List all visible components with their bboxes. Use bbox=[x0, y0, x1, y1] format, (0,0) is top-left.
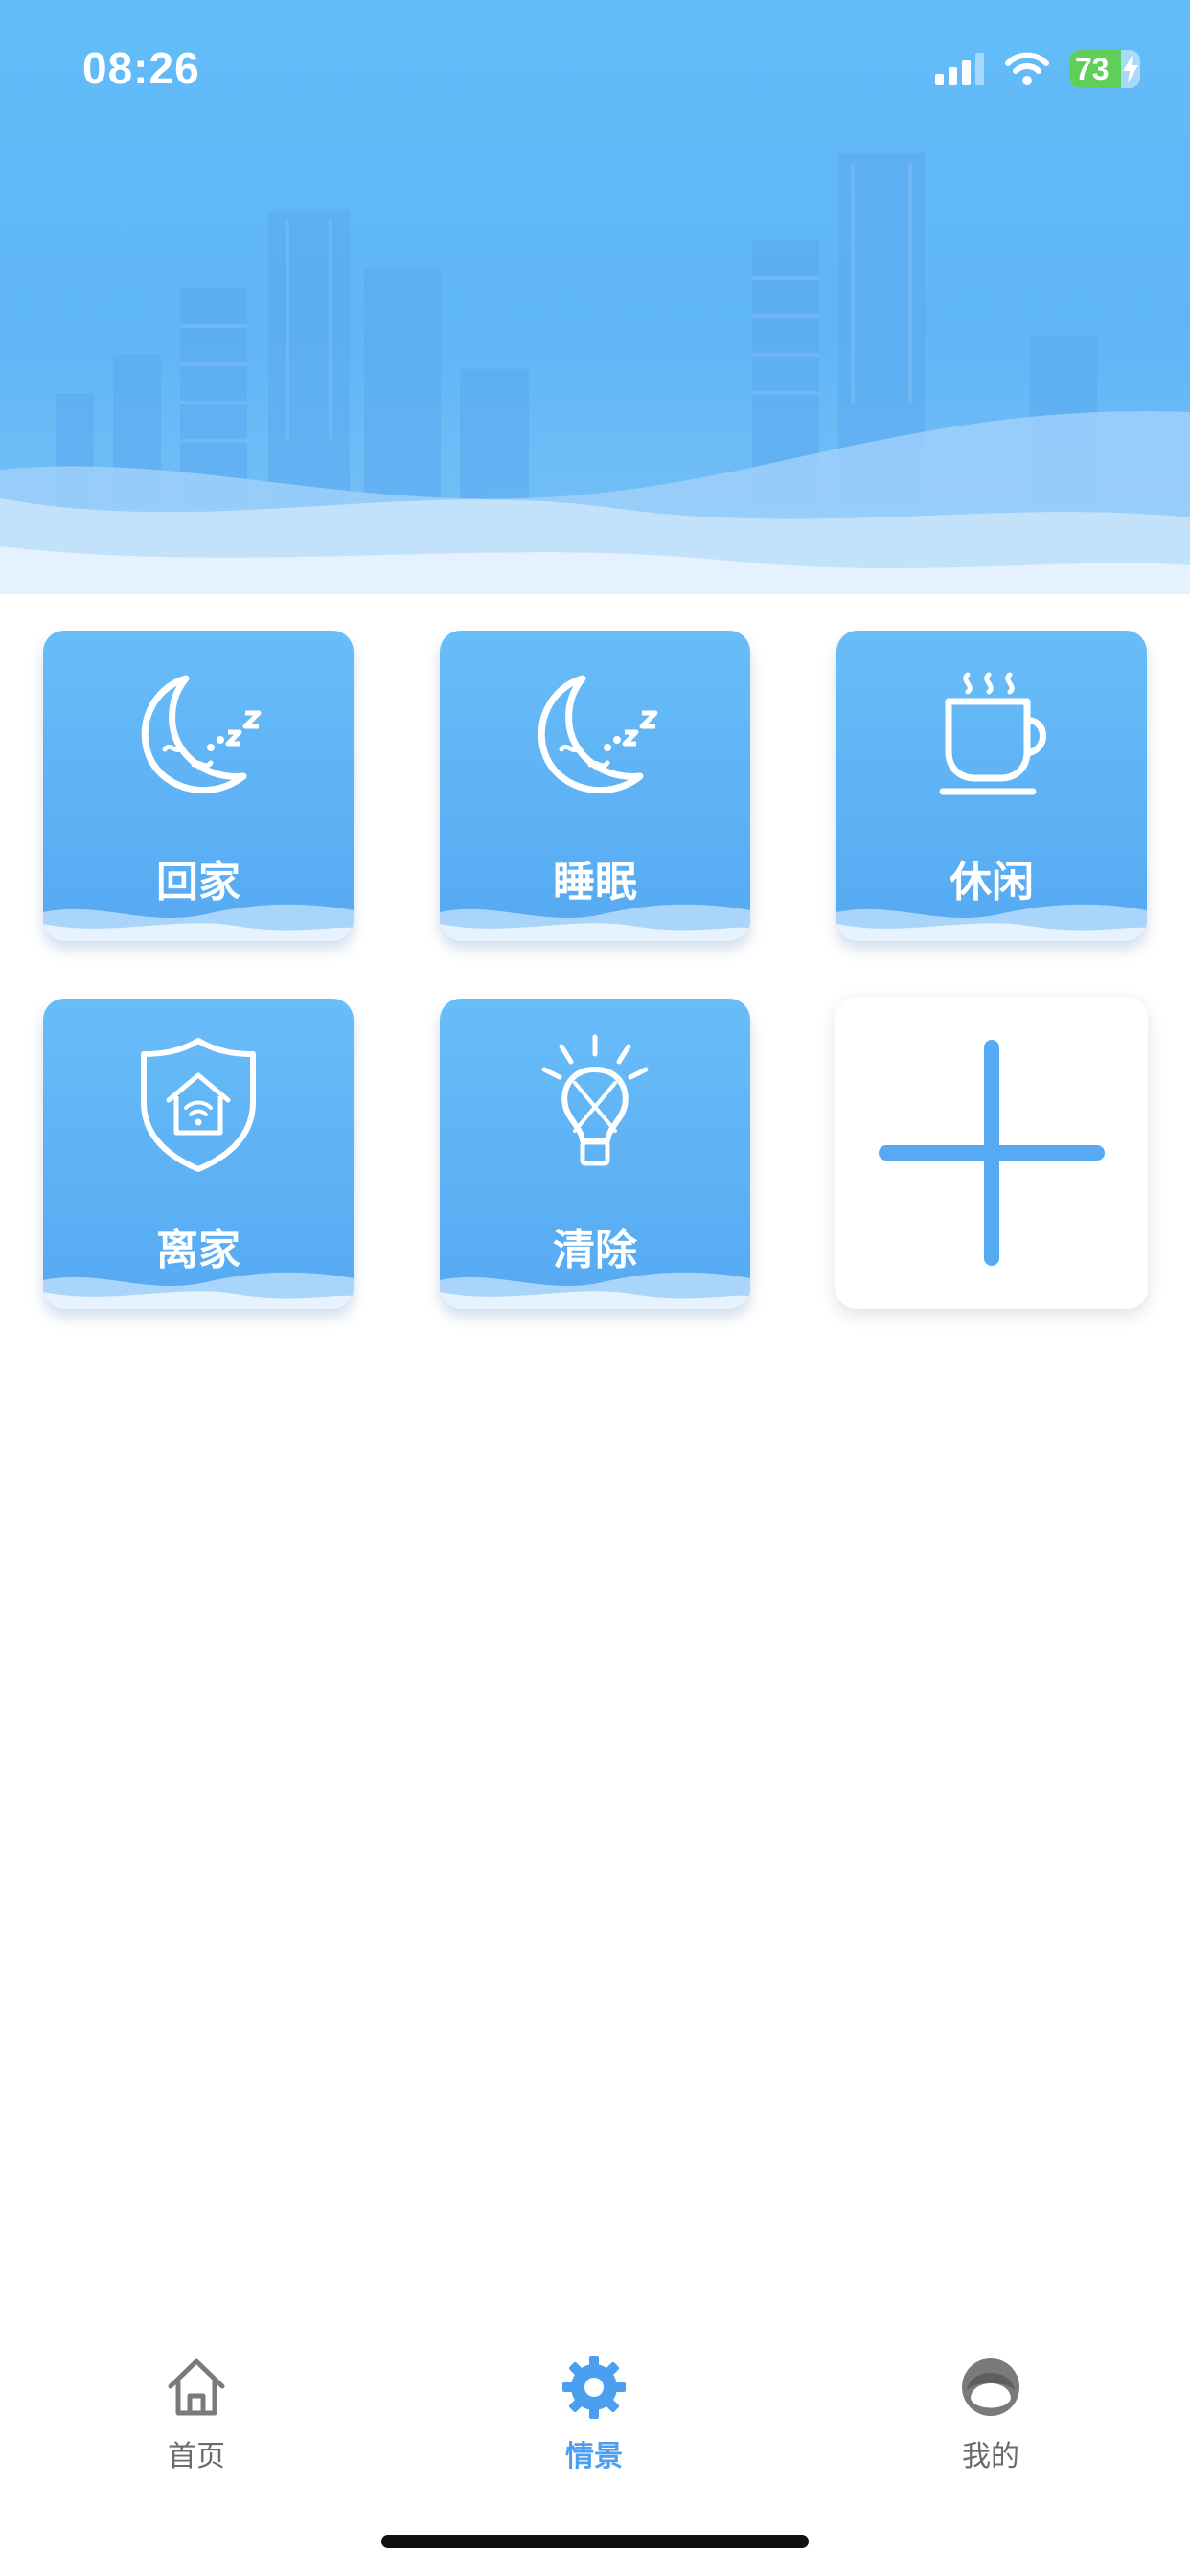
cellular-signal-icon bbox=[935, 53, 984, 85]
card-wave-decoration bbox=[440, 1272, 750, 1309]
card-wave-decoration bbox=[836, 904, 1147, 941]
add-scene-button[interactable] bbox=[835, 997, 1148, 1309]
header-banner: 08:26 73 bbox=[0, 0, 1190, 594]
gear-icon bbox=[562, 2356, 626, 2419]
scene-card-leisure[interactable]: 休闲 bbox=[836, 631, 1147, 941]
nav-item-profile[interactable]: 我的 bbox=[895, 2354, 1087, 2478]
nav-label: 我的 bbox=[962, 2440, 1019, 2473]
nav-item-scenes[interactable]: 情景 bbox=[498, 2354, 690, 2478]
home-icon bbox=[168, 2358, 225, 2416]
card-wave-decoration bbox=[440, 904, 750, 941]
coffee-cup-icon bbox=[939, 672, 1046, 795]
charging-bolt-icon bbox=[1123, 55, 1138, 83]
nav-label: 首页 bbox=[168, 2440, 225, 2473]
battery-indicator: 73 bbox=[1069, 50, 1140, 88]
moon-sleep-icon bbox=[141, 675, 262, 794]
nav-label: 情景 bbox=[565, 2440, 623, 2473]
card-wave-decoration bbox=[43, 904, 354, 941]
nav-item-home[interactable]: 首页 bbox=[101, 2354, 292, 2478]
scene-card-home[interactable]: 回家 bbox=[43, 631, 354, 941]
scene-card-clear[interactable]: 清除 bbox=[440, 999, 750, 1309]
scene-card-sleep[interactable]: 睡眠 bbox=[440, 631, 750, 941]
battery-level: 73 bbox=[1075, 52, 1110, 86]
plus-icon bbox=[879, 1040, 1105, 1266]
shield-home-icon bbox=[141, 1038, 256, 1172]
status-time: 08:26 bbox=[82, 43, 200, 93]
scene-card-away[interactable]: 离家 bbox=[43, 999, 354, 1309]
bulb-off-icon bbox=[541, 1034, 649, 1166]
moon-sleep-icon bbox=[538, 675, 658, 794]
status-icons: 73 bbox=[935, 48, 1140, 90]
home-indicator bbox=[381, 2535, 809, 2548]
wifi-icon bbox=[1005, 52, 1049, 85]
card-wave-decoration bbox=[43, 1272, 354, 1309]
avatar-icon bbox=[962, 2358, 1019, 2416]
